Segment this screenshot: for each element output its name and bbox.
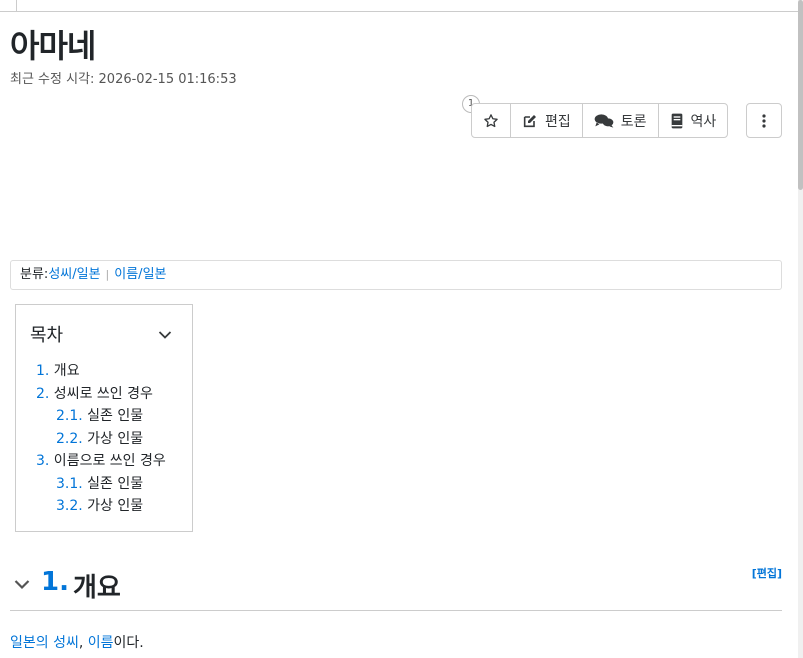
scrollbar-thumb[interactable] <box>798 0 803 190</box>
section-edit-link[interactable]: [편집] <box>752 565 782 581</box>
category-label: 분류: <box>20 267 49 282</box>
section-title: 개요 <box>73 573 121 603</box>
top-bar-tab[interactable] <box>0 0 17 12</box>
toc-title: 목차 <box>30 325 64 346</box>
section-body: 일본의 성씨, 이름이다. <box>10 635 144 651</box>
link-japanese-surname[interactable]: 일본의 성씨 <box>10 635 79 651</box>
history-button-label: 역사 <box>690 113 717 130</box>
edit-button[interactable]: 편집 <box>511 104 583 137</box>
toc-collapse-button[interactable] <box>158 325 172 344</box>
page-title: 아마네 <box>10 27 96 65</box>
toc-list: 1. 개요 2. 성씨로 쓰인 경우 2.1. 실존 인물 2.2. 가상 인물… <box>36 360 166 518</box>
star-icon <box>484 113 498 127</box>
chevron-down-icon <box>14 580 30 590</box>
edit-icon <box>523 114 536 127</box>
toc-item[interactable]: 3.2. 가상 인물 <box>36 495 166 518</box>
toc-item[interactable]: 2.2. 가상 인물 <box>36 428 166 451</box>
section-number[interactable]: 1. <box>41 567 69 597</box>
comments-icon <box>594 113 614 128</box>
toc-item[interactable]: 1. 개요 <box>36 360 166 383</box>
toc-item[interactable]: 2. 성씨로 쓰인 경우 <box>36 383 166 406</box>
toc-item[interactable]: 3. 이름으로 쓰인 경우 <box>36 450 166 473</box>
star-button[interactable] <box>472 104 511 137</box>
section-heading-overview: 1. 개요 [편집] <box>10 563 782 611</box>
discuss-button[interactable]: 토론 <box>583 104 659 137</box>
link-name[interactable]: 이름 <box>88 635 114 651</box>
toc-item[interactable]: 3.1. 실존 인물 <box>36 473 166 496</box>
top-bar <box>0 0 798 12</box>
edit-button-label: 편집 <box>545 113 571 130</box>
more-options-button[interactable] <box>746 103 782 138</box>
last-modified-time: 최근 수정 시각: 2026-02-15 01:16:53 <box>10 72 237 87</box>
article-action-bar: 편집 토론 역사 <box>471 103 729 138</box>
more-vertical-icon <box>762 113 766 128</box>
category-box: 분류:성씨/일본 | 이름/일본 <box>10 260 782 290</box>
table-of-contents: 목차 1. 개요 2. 성씨로 쓰인 경우 2.1. 실존 인물 2.2. 가상… <box>15 304 193 532</box>
scrollbar[interactable] <box>798 0 803 658</box>
section-fold-button[interactable] <box>14 575 30 594</box>
toc-item[interactable]: 2.1. 실존 인물 <box>36 405 166 428</box>
history-button[interactable]: 역사 <box>659 104 728 137</box>
chevron-down-icon <box>158 331 172 339</box>
book-icon <box>671 113 682 128</box>
discuss-button-label: 토론 <box>620 113 647 130</box>
category-separator: | <box>105 268 110 281</box>
category-link-name[interactable]: 이름/일본 <box>114 267 166 282</box>
category-link-surname[interactable]: 성씨/일본 <box>48 267 100 282</box>
